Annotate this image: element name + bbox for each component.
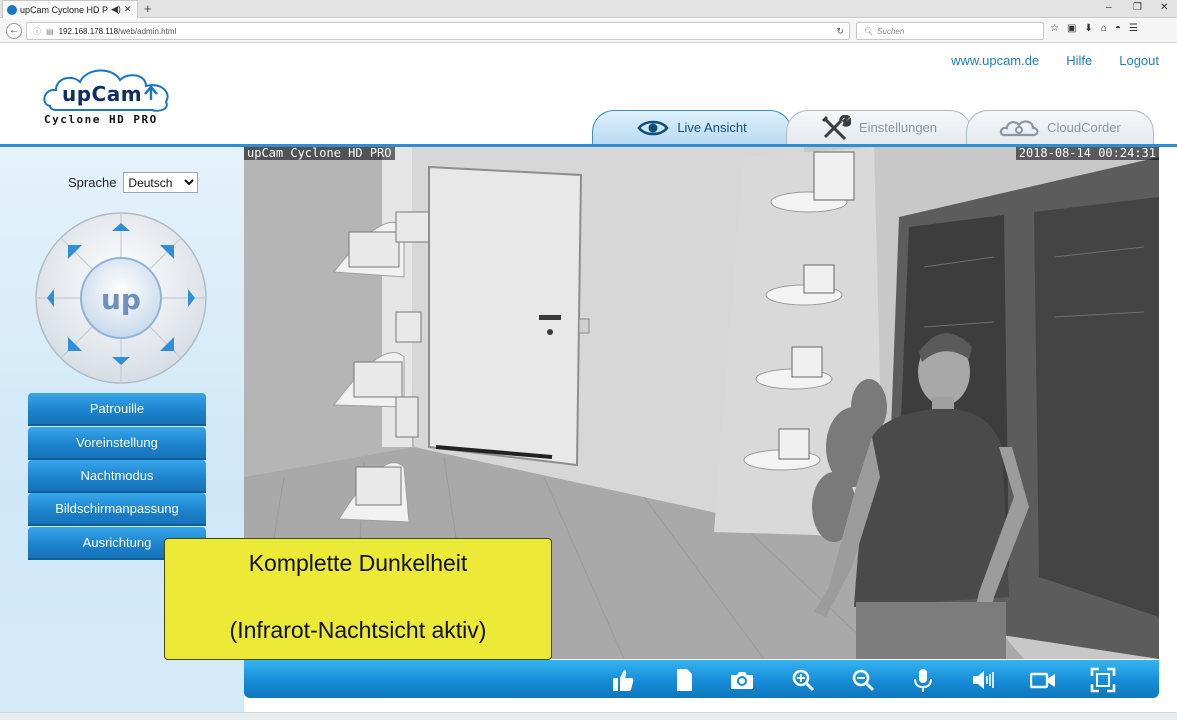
link-help[interactable]: Hilfe [1066,53,1092,68]
address-bar[interactable]: ⓘ ▤ 192.168.178.118/web/admin.html ↻ [26,22,850,40]
tab-audio-icon[interactable]: ◀) [111,4,121,15]
url-host: 192.168.178.118 [58,26,119,36]
search-icon: 🔍︎ [863,26,874,36]
tab-live-view-label: Live Ansicht [677,120,747,135]
tab-cloudcorder[interactable]: CloudCorder [966,110,1154,144]
tab-close-icon[interactable]: ✕ [124,4,132,15]
favicon-icon [7,4,17,15]
caption-line-2: (Infrarot-Nachtsicht aktiv) [229,617,487,643]
language-selector: Sprache Deutsch [68,172,199,193]
ptz-center-logo[interactable]: up [101,283,141,316]
link-upcam-website[interactable]: www.upcam.de [951,53,1039,68]
browser-tab-strip: upCam Cyclone HD P ◀) ✕ + – ❐ ✕ [0,0,1177,18]
upcam-logo: upCam Cyclone HD PRO [40,64,180,128]
zoom-out-icon[interactable] [850,667,876,693]
reload-icon[interactable]: ↻ [836,26,844,37]
site-info-icon[interactable]: ⓘ [33,26,41,37]
fullscreen-icon[interactable] [1090,667,1116,693]
tab-settings[interactable]: Einstellungen [786,110,972,144]
eye-icon [637,120,669,135]
back-button[interactable]: ← [6,23,22,39]
caption-line-1: Komplette Dunkelheit [248,550,468,576]
logo-subtitle: Cyclone HD PRO [44,113,158,126]
document-icon[interactable] [671,667,697,693]
minimize-button[interactable]: – [1106,2,1112,13]
osd-camera-name: upCam Cyclone HD PRO [244,147,395,160]
page-icon: ▤ [46,26,54,36]
toolbar-icons: ☆ ▣ ⬇ ⌂ ◓ ☰ [1050,23,1138,34]
night-vision-caption: Komplette Dunkelheit (Infrarot-Nachtsich… [164,538,552,660]
bookmark-star-icon[interactable]: ☆ [1050,23,1059,34]
tools-icon [821,114,851,140]
zoom-in-icon[interactable] [790,667,816,693]
tab-settings-label: Einstellungen [858,120,938,135]
tab-title: upCam Cyclone HD P [20,4,108,15]
tab-live-view[interactable]: Live Ansicht [592,110,792,144]
patrol-button[interactable]: Patrouille [28,393,206,424]
restore-button[interactable]: ❐ [1133,2,1142,13]
link-logout[interactable]: Logout [1119,53,1159,68]
ptz-control-pad: up [35,212,207,384]
footer-strip [0,712,1177,720]
osd-timestamp: 2018-08-14 00:24:31 [1015,147,1159,160]
pocket-icon[interactable]: ◓ [1115,23,1121,34]
new-tab-button[interactable]: + [144,1,152,16]
download-icon[interactable]: ⬇ [1084,23,1092,34]
tab-cloudcorder-label: CloudCorder [1047,120,1121,135]
cloud-icon [999,119,1039,136]
camera-icon[interactable] [729,667,755,693]
video-control-bar [244,660,1159,698]
logo-wordmark: upCam [62,82,143,106]
search-input[interactable]: 🔍︎ Suchen [856,22,1044,40]
language-select[interactable]: Deutsch [123,172,199,193]
image-adjustment-button[interactable]: Bildschirmanpassung [28,493,206,524]
top-links: www.upcam.de Hilfe Logout [951,53,1159,68]
speaker-icon[interactable] [970,667,996,693]
url-path: /web/admin.html [118,26,177,36]
video-record-icon[interactable] [1030,667,1056,693]
night-mode-button[interactable]: Nachtmodus [28,460,206,491]
search-placeholder: Suchen [877,26,905,36]
menu-icon[interactable]: ☰ [1129,23,1138,34]
microphone-icon[interactable] [910,667,936,693]
browser-nav-bar: ← ⓘ ▤ 192.168.178.118/web/admin.html ↻ 🔍… [0,19,1177,43]
clipboard-icon[interactable]: ▣ [1067,23,1076,34]
thumbs-up-icon[interactable] [610,667,636,693]
home-icon[interactable]: ⌂ [1101,23,1107,34]
close-window-button[interactable]: ✕ [1160,2,1168,13]
language-label: Sprache [68,175,117,190]
preset-button[interactable]: Voreinstellung [28,427,206,458]
browser-tab[interactable]: upCam Cyclone HD P ◀) ✕ [2,0,138,18]
